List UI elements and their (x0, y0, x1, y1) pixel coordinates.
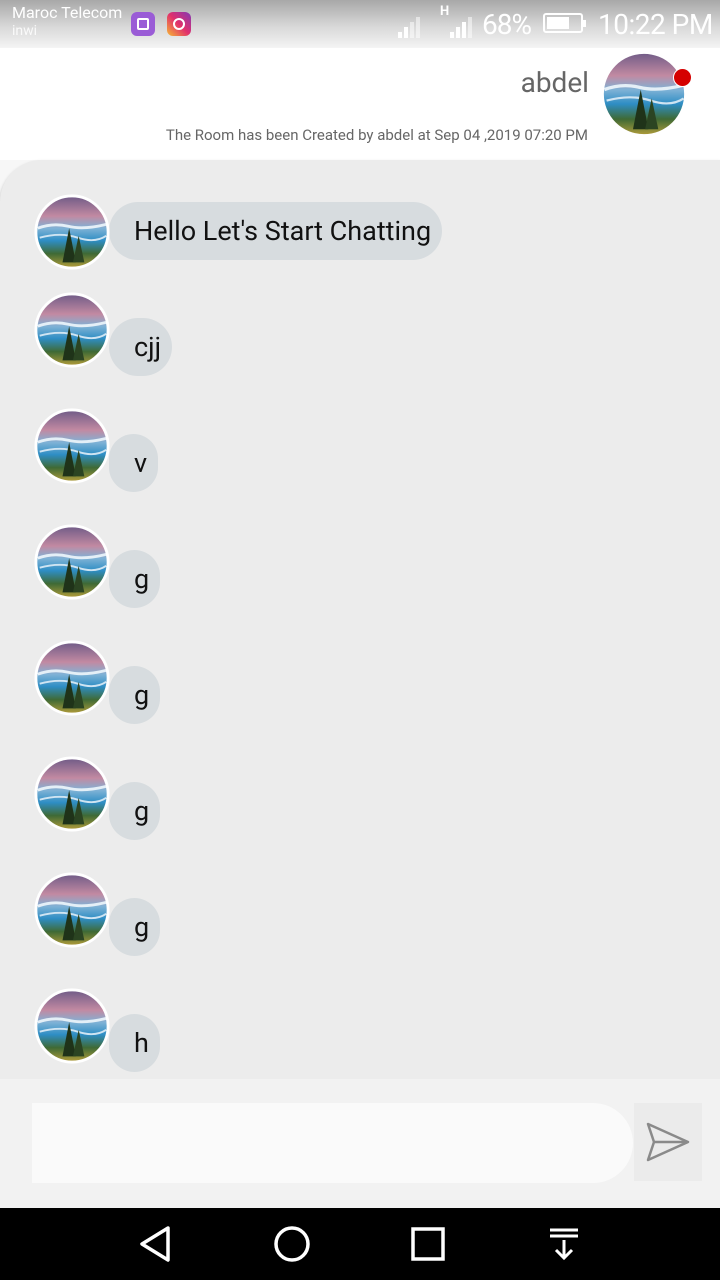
signal-icon (398, 14, 420, 38)
battery-percent: 68% (482, 8, 532, 41)
message-bubble[interactable]: g (109, 898, 161, 956)
home-button[interactable] (270, 1222, 314, 1266)
contact-avatar[interactable] (600, 50, 688, 138)
sender-avatar[interactable] (34, 756, 110, 832)
sender-avatar[interactable] (34, 988, 110, 1064)
sender-avatar[interactable] (34, 194, 110, 270)
back-icon (140, 1226, 170, 1262)
sender-avatar[interactable] (34, 640, 110, 716)
room-created-info: The Room has been Created by abdel at Se… (165, 126, 588, 144)
message-bubble[interactable]: Hello Let's Start Chatting (109, 202, 443, 260)
message-row: h (0, 988, 720, 1084)
carrier-primary: Maroc Telecom (12, 3, 123, 22)
signal-icon-2 (450, 14, 472, 38)
notification-pull-button[interactable] (542, 1222, 586, 1266)
message-row: v (0, 408, 720, 504)
message-row: g (0, 524, 720, 620)
online-status-dot (673, 68, 692, 87)
message-row: g (0, 872, 720, 968)
home-icon (274, 1226, 310, 1262)
gallery-icon (131, 12, 155, 36)
send-button[interactable] (634, 1103, 702, 1181)
message-input[interactable] (32, 1103, 633, 1183)
status-bar: Maroc Telecom inwi H 68% 10:22 PM (0, 0, 720, 48)
carrier-info: Maroc Telecom inwi (12, 4, 122, 40)
notification-pull-icon (550, 1228, 578, 1261)
sender-avatar[interactable] (34, 524, 110, 600)
back-button[interactable] (134, 1222, 178, 1266)
clock: 10:22 PM (598, 8, 713, 41)
message-composer (0, 1079, 720, 1208)
message-bubble[interactable]: g (109, 666, 161, 724)
message-row: g (0, 756, 720, 852)
recents-icon (411, 1227, 445, 1261)
message-row: Hello Let's Start Chatting (0, 176, 720, 272)
battery-icon (543, 13, 586, 33)
message-list[interactable]: Hello Let's Start Chatting cjj v g g g g… (0, 160, 720, 1079)
message-bubble[interactable]: g (109, 550, 161, 608)
carrier-secondary: inwi (12, 23, 38, 39)
message-bubble[interactable]: g (109, 782, 161, 840)
message-bubble[interactable]: v (109, 434, 159, 492)
system-nav-bar (0, 1208, 720, 1280)
contact-name[interactable]: abdel (521, 66, 589, 99)
instagram-icon (167, 12, 191, 36)
recents-button[interactable] (406, 1222, 450, 1266)
message-bubble[interactable]: h (109, 1014, 160, 1072)
network-type: H (440, 4, 450, 19)
message-row: cjj (0, 292, 720, 388)
sender-avatar[interactable] (34, 292, 110, 368)
message-bubble[interactable]: cjj (109, 318, 173, 376)
send-icon (646, 1122, 690, 1162)
sender-avatar[interactable] (34, 408, 110, 484)
chat-header: abdel The Room has been Created by abdel… (0, 48, 720, 160)
message-row: g (0, 640, 720, 736)
sender-avatar[interactable] (34, 872, 110, 948)
